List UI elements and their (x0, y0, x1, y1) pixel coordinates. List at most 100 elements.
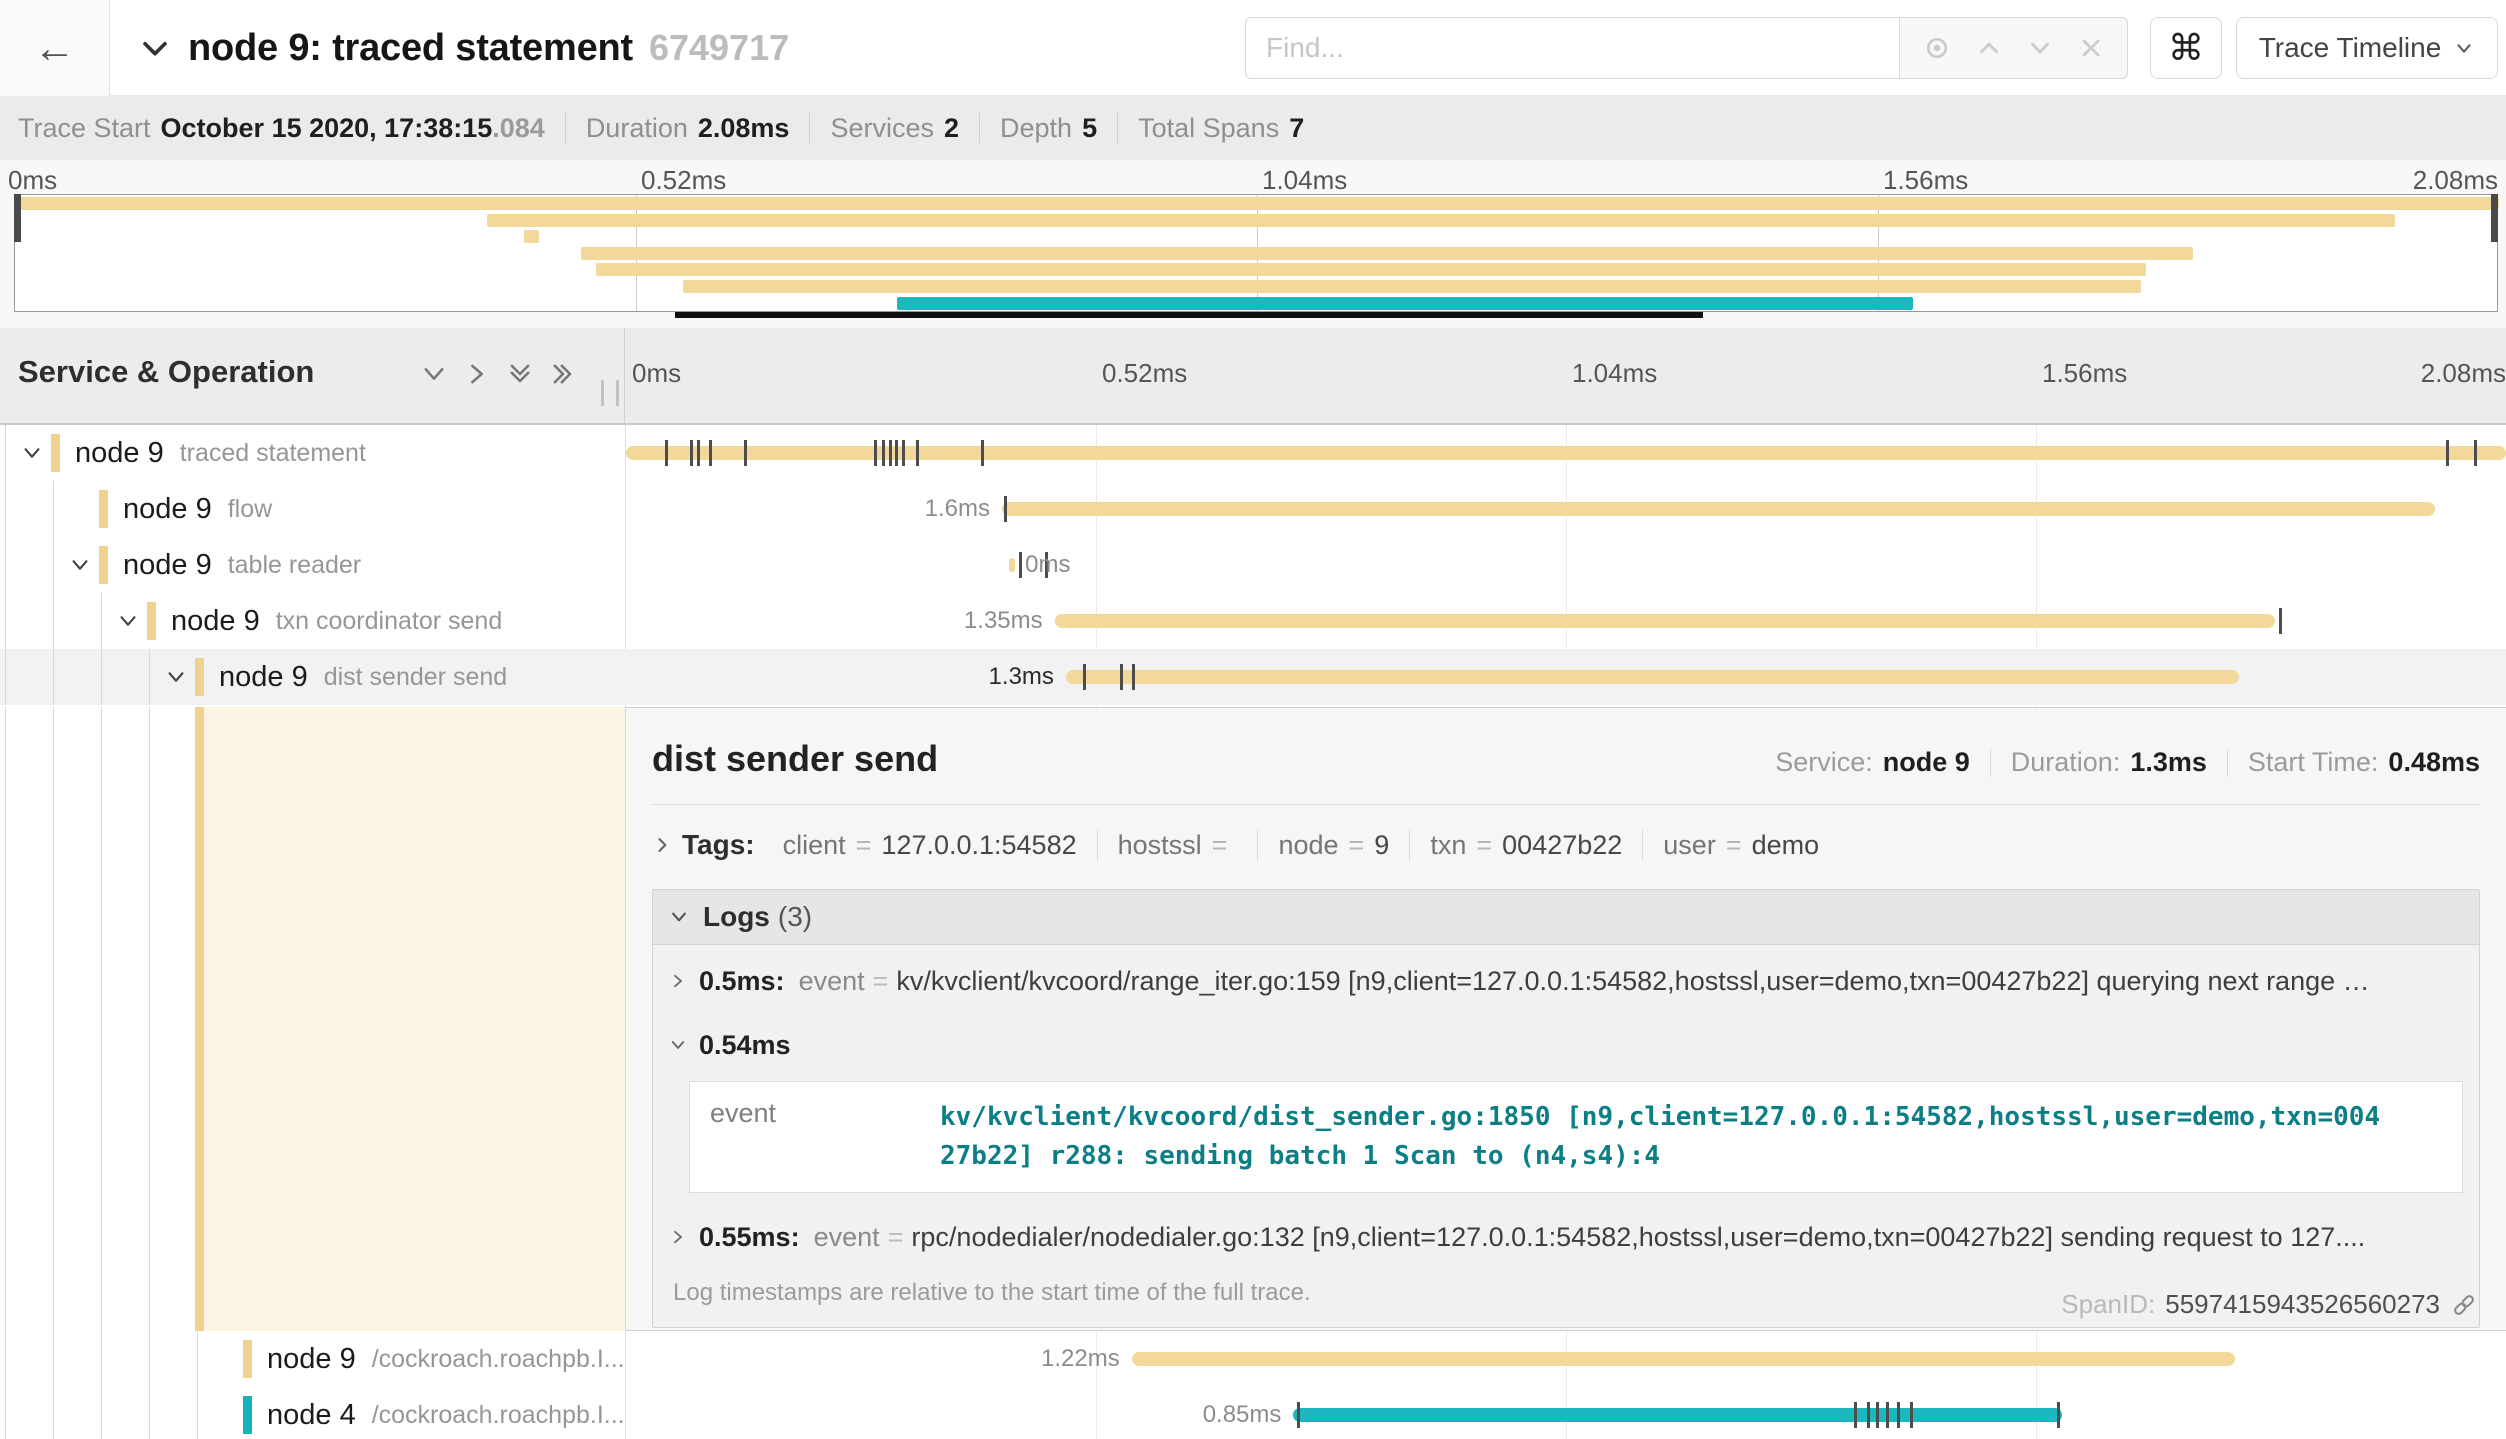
trace-id-short: 6749717 (649, 27, 789, 69)
log-entry[interactable]: 0.54ms (669, 1013, 2463, 1077)
timeline-header-left: Service & Operation (0, 328, 625, 423)
tree-guide-line (5, 481, 6, 537)
operation-name: flow (228, 495, 272, 524)
tag-value: demo (1752, 830, 1820, 861)
tag-item: client=127.0.0.1:54582 (763, 830, 1097, 861)
log-field-table: eventkv/kvclient/kvcoord/dist_sender.go:… (689, 1081, 2463, 1193)
view-selector-label: Trace Timeline (2259, 32, 2442, 64)
span-row[interactable]: node 9txn coordinator send 1.35ms (0, 593, 2506, 649)
span-duration-bar[interactable] (1002, 502, 2435, 516)
span-detail-meta: Service:node 9Duration:1.3msStart Time:0… (1775, 747, 2480, 778)
axis-tick-label: 2.08ms (2413, 165, 2498, 196)
span-duration-bar[interactable] (1066, 670, 2239, 684)
tree-guide-line (5, 707, 6, 1331)
span-log-tick (916, 440, 919, 466)
span-row[interactable]: node 4/cockroach.roachpb.I...0.85ms (0, 1387, 2506, 1439)
service-name: node 9 (219, 661, 308, 694)
logs-count: (3) (778, 901, 812, 933)
operation-name: traced statement (180, 439, 366, 468)
span-log-tick (690, 440, 693, 466)
span-row[interactable]: node 9traced statement (0, 425, 2506, 481)
service-name: node 9 (267, 1343, 356, 1376)
top-bar: ← node 9: traced statement 6749717 (0, 0, 2506, 96)
axis-tick-label: 1.56ms (2042, 358, 2127, 389)
minimap-span-bar (15, 197, 2499, 210)
meta-separator (2227, 749, 2228, 777)
span-duration-label: 0ms (1025, 537, 1070, 593)
collapse-one-chevron-down-icon[interactable] (420, 360, 448, 393)
span-row[interactable]: node 9table reader0ms (0, 537, 2506, 593)
span-log-tick (1297, 1402, 1300, 1428)
span-row-label: node 9/cockroach.roachpb.I... (267, 1331, 625, 1387)
collapse-trace-chevron-down-icon[interactable] (138, 31, 172, 65)
minimap-canvas[interactable] (14, 194, 2498, 312)
tree-guide-line (149, 1387, 150, 1439)
tag-key: node (1278, 830, 1338, 861)
timeline-header: Service & Operation 0ms0.52ms1.04ms1.56m… (0, 328, 2506, 425)
clear-search-x-icon[interactable] (2077, 34, 2105, 62)
span-log-tick (1886, 1402, 1889, 1428)
logs-header[interactable]: Logs (3) (653, 890, 2479, 944)
span-row[interactable]: node 9dist sender send1.3ms (0, 649, 2506, 705)
summary-label: Total Spans (1138, 113, 1279, 144)
view-selector-button[interactable]: Trace Timeline (2236, 17, 2498, 79)
minimap-drag-handle-right[interactable] (2491, 194, 2498, 242)
span-duration-bar[interactable] (1293, 1408, 2062, 1422)
span-row-label: node 9traced statement (75, 425, 366, 481)
next-match-chevron-down-icon[interactable] (2025, 33, 2055, 63)
tree-guide-line (5, 537, 6, 593)
log-entry[interactable]: 0.55ms:event=rpc/nodedialer/nodedialer.g… (669, 1205, 2463, 1269)
page-title: node 9: traced statement (188, 27, 633, 70)
span-row[interactable]: node 9/cockroach.roachpb.I...1.22ms (0, 1331, 2506, 1387)
span-row[interactable]: node 9flow1.6ms (0, 481, 2506, 537)
logs-body: 0.5ms:event=kv/kvclient/kvcoord/range_it… (653, 944, 2479, 1327)
span-duration-bar[interactable] (626, 446, 2506, 460)
log-entry[interactable]: 0.5ms:event=kv/kvclient/kvcoord/range_it… (669, 949, 2463, 1013)
tree-chevron-down-icon[interactable] (21, 442, 43, 469)
span-log-tick (882, 440, 885, 466)
column-resize-handle[interactable] (601, 380, 619, 406)
expand-all-double-chevron-right-icon[interactable] (549, 360, 577, 393)
tree-chevron-down-icon[interactable] (165, 666, 187, 693)
tag-value: 9 (1374, 830, 1389, 861)
expand-one-chevron-right-icon[interactable] (463, 360, 491, 393)
tree-chevron-down-icon[interactable] (69, 554, 91, 581)
tree-guide-line (101, 649, 102, 705)
span-duration-bar[interactable] (1009, 558, 1016, 572)
summary-separator (1117, 113, 1118, 143)
minimap-span-bar (897, 297, 1913, 310)
tags-row[interactable]: Tags: client=127.0.0.1:54582hostssl=node… (652, 825, 2480, 865)
axis-tick-label: 0ms (632, 358, 681, 389)
minimap-drag-handle-left[interactable] (14, 194, 21, 242)
focus-match-icon[interactable] (1922, 33, 1952, 63)
service-name: node 4 (267, 1399, 356, 1432)
collapse-all-double-chevron-down-icon[interactable] (506, 360, 534, 393)
span-duration-label: 1.35ms (885, 593, 1043, 649)
find-group (1245, 17, 2128, 79)
span-log-tick (2279, 608, 2282, 634)
find-input[interactable] (1245, 17, 1900, 79)
back-button[interactable]: ← (0, 0, 110, 96)
span-log-tick (1910, 1402, 1913, 1428)
span-duration-bar[interactable] (1055, 614, 2275, 628)
summary-label: Trace Start (18, 113, 151, 144)
prev-match-chevron-up-icon[interactable] (1974, 33, 2004, 63)
service-name: node 9 (171, 605, 260, 638)
log-field-key: event (799, 966, 865, 997)
trace-summary-bar: Trace StartOctober 15 2020, 17:38:15.084… (0, 96, 2506, 160)
tree-guide-line (53, 481, 54, 537)
minimap-span-bar (487, 214, 2395, 227)
span-detail-panel: dist sender send Service:node 9Duration:… (626, 707, 2506, 1331)
meta-value: 1.3ms (2130, 747, 2207, 778)
tree-chevron-down-icon[interactable] (117, 610, 139, 637)
span-id-value: 5597415943526560273 (2165, 1289, 2440, 1320)
span-duration-bar[interactable] (1132, 1352, 2236, 1366)
summary-value: 2.08ms (698, 113, 790, 144)
span-row-label: node 9txn coordinator send (171, 593, 502, 649)
selected-span-descendants-bar (195, 707, 204, 1331)
deep-link-icon[interactable] (2450, 1291, 2478, 1319)
tag-equals: = (1726, 830, 1742, 861)
minimap-scroll-indicator (675, 312, 1703, 318)
tree-guide-line (53, 593, 54, 649)
keyboard-shortcuts-button[interactable]: ⌘ (2150, 17, 2222, 79)
